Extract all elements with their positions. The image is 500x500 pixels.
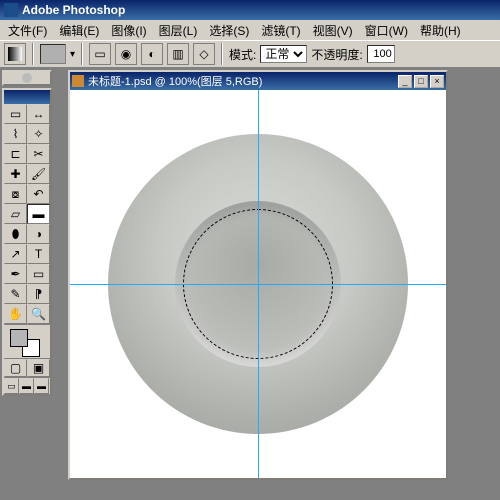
- tool-gradient[interactable]: ▬: [27, 204, 50, 224]
- tool-stamp[interactable]: ⧇: [4, 184, 27, 204]
- tool-grid: ▭ ↔ ⌇ ✧ ⊏ ✂ ✚ 🖌 ⧇ ↶ ▱ ▬ ⬮ ◑ ↗ T ✒ ▭ ✎ ⁋ …: [4, 104, 50, 324]
- tool-hand[interactable]: ✋: [4, 304, 27, 324]
- separator: [221, 43, 223, 65]
- app-icon: [4, 3, 18, 17]
- navigator-thumb: [4, 72, 50, 84]
- tool-slice[interactable]: ✂: [27, 144, 50, 164]
- foreground-color[interactable]: [10, 329, 28, 347]
- color-wells: [4, 324, 50, 358]
- radial-gradient-button[interactable]: ◉: [115, 43, 137, 65]
- tool-zoom[interactable]: 🔍: [27, 304, 50, 324]
- tool-preset-button[interactable]: [4, 43, 26, 65]
- tool-shape[interactable]: ▭: [27, 264, 50, 284]
- navigator-thumb-panel[interactable]: [2, 70, 52, 86]
- quickmask-mode[interactable]: ▣: [27, 359, 50, 377]
- menu-layer[interactable]: 图层(L): [153, 22, 204, 39]
- screen-mode-row: ▭ ▬ ▬: [4, 377, 50, 394]
- tool-lasso[interactable]: ⌇: [4, 124, 27, 144]
- diamond-gradient-button[interactable]: ◇: [193, 43, 215, 65]
- menu-filter[interactable]: 滤镜(T): [255, 22, 306, 39]
- toolbox[interactable]: ▭ ↔ ⌇ ✧ ⊏ ✂ ✚ 🖌 ⧇ ↶ ▱ ▬ ⬮ ◑ ↗ T ✒ ▭ ✎ ⁋ …: [2, 88, 52, 396]
- mode-label: 模式:: [229, 46, 256, 63]
- document-icon: [72, 75, 84, 87]
- minimize-button[interactable]: _: [398, 75, 412, 88]
- menu-edit[interactable]: 编辑(E): [53, 22, 105, 39]
- separator: [32, 43, 34, 65]
- options-bar: ▾ ▭ ◉ ◐ ▥ ◇ 模式: 正常 不透明度:: [0, 40, 500, 68]
- tool-history[interactable]: ↶: [27, 184, 50, 204]
- tool-dodge[interactable]: ◑: [27, 224, 50, 244]
- tool-wand[interactable]: ✧: [27, 124, 50, 144]
- tool-move[interactable]: ↔: [27, 104, 50, 124]
- tool-pen[interactable]: ✒: [4, 264, 27, 284]
- maximize-button[interactable]: □: [414, 75, 428, 88]
- menu-file[interactable]: 文件(F): [2, 22, 53, 39]
- screen-full[interactable]: ▬: [34, 378, 49, 394]
- linear-gradient-button[interactable]: ▭: [89, 43, 111, 65]
- mode-select[interactable]: 正常: [260, 45, 307, 63]
- screen-standard[interactable]: ▭: [4, 378, 19, 394]
- document-titlebar[interactable]: 未标题-1.psd @ 100%(图层 5,RGB) _ □ ×: [70, 72, 446, 90]
- mask-mode-row: ▢ ▣: [4, 358, 50, 377]
- menubar: 文件(F) 编辑(E) 图像(I) 图层(L) 选择(S) 滤镜(T) 视图(V…: [0, 20, 500, 40]
- angle-gradient-button[interactable]: ◐: [141, 43, 163, 65]
- tool-eyedrop[interactable]: ⁋: [27, 284, 50, 304]
- document-window[interactable]: 未标题-1.psd @ 100%(图层 5,RGB) _ □ ×: [68, 70, 448, 480]
- tool-path[interactable]: ↗: [4, 244, 27, 264]
- reflected-gradient-button[interactable]: ▥: [167, 43, 189, 65]
- tool-heal[interactable]: ✚: [4, 164, 27, 184]
- standard-mode[interactable]: ▢: [4, 359, 27, 377]
- tool-crop[interactable]: ⊏: [4, 144, 27, 164]
- document-title: 未标题-1.psd @ 100%(图层 5,RGB): [88, 73, 262, 89]
- close-button[interactable]: ×: [430, 75, 444, 88]
- menu-help[interactable]: 帮助(H): [414, 22, 467, 39]
- gradient-icon: [8, 47, 22, 61]
- separator: [81, 43, 83, 65]
- menu-image[interactable]: 图像(I): [105, 22, 152, 39]
- menu-view[interactable]: 视图(V): [307, 22, 359, 39]
- tool-notes[interactable]: ✎: [4, 284, 27, 304]
- opacity-input[interactable]: [367, 45, 395, 63]
- toolbox-titlebar[interactable]: [4, 90, 50, 104]
- guide-horizontal[interactable]: [70, 284, 446, 285]
- dropdown-icon[interactable]: ▾: [70, 49, 75, 60]
- workspace: ▭ ↔ ⌇ ✧ ⊏ ✂ ✚ 🖌 ⧇ ↶ ▱ ▬ ⬮ ◑ ↗ T ✒ ▭ ✎ ⁋ …: [0, 68, 500, 500]
- tool-type[interactable]: T: [27, 244, 50, 264]
- tool-marquee[interactable]: ▭: [4, 104, 27, 124]
- menu-window[interactable]: 窗口(W): [359, 22, 414, 39]
- gradient-swatch[interactable]: [40, 44, 66, 64]
- screen-full-menu[interactable]: ▬: [19, 378, 34, 394]
- canvas[interactable]: [70, 90, 446, 478]
- tool-eraser[interactable]: ▱: [4, 204, 27, 224]
- tool-blur[interactable]: ⬮: [4, 224, 27, 244]
- menu-select[interactable]: 选择(S): [203, 22, 255, 39]
- app-titlebar: Adobe Photoshop: [0, 0, 500, 20]
- tool-brush[interactable]: 🖌: [27, 164, 50, 184]
- opacity-label: 不透明度:: [311, 46, 362, 63]
- app-title: Adobe Photoshop: [22, 3, 125, 17]
